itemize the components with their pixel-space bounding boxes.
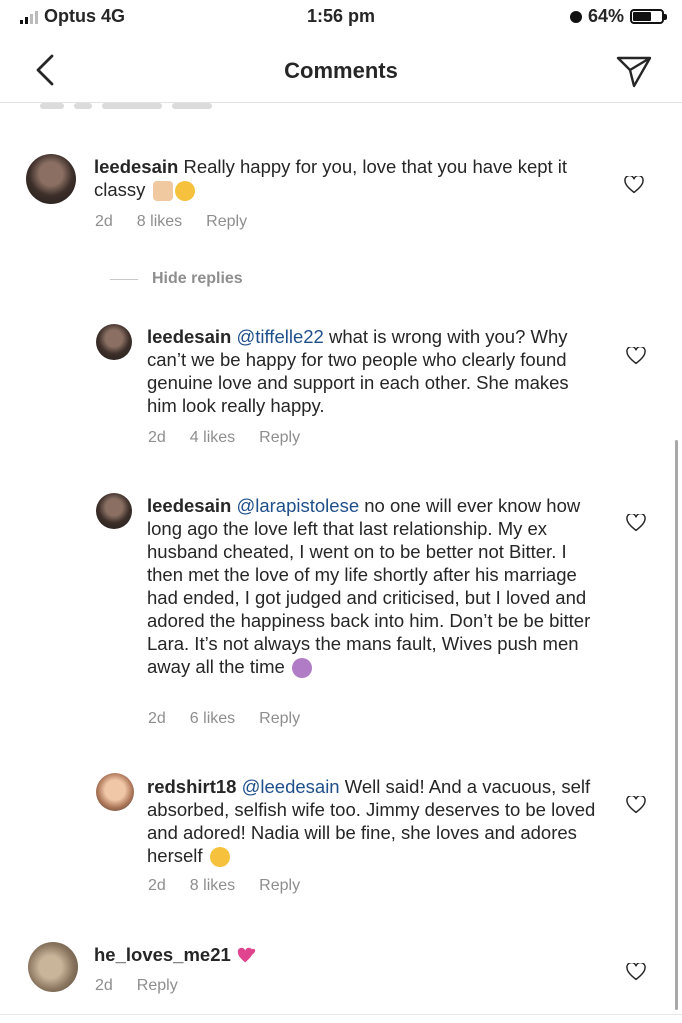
reply-username[interactable]: leedesain [147,326,231,347]
reply-meta: 2d 6 likes Reply [148,710,300,728]
reply-username[interactable]: redshirt18 [147,776,236,797]
divider [0,1014,682,1015]
two-hearts-emoji [237,947,256,963]
reply-text: leedesain @tiffelle22 what is wrong with… [147,325,597,417]
heart-icon[interactable] [626,963,646,981]
likes-count[interactable]: 8 likes [137,213,182,231]
comment-age: 2d [95,977,113,994]
likes-count[interactable]: 8 likes [190,877,235,895]
reply-meta: 2d 4 likes Reply [148,429,300,447]
comment-username[interactable]: he_loves_me21 [94,944,231,965]
reply-meta: 2d 8 likes Reply [148,877,300,895]
divider [110,278,138,280]
heart-icon[interactable] [626,514,646,532]
likes-count[interactable]: 6 likes [190,710,235,728]
battery-icon [630,9,667,24]
comment-meta: 2d 8 likes Reply [95,213,247,231]
scrollbar[interactable] [675,440,678,1010]
reply-text: redshirt18 @leedesain Well said! And a v… [147,775,597,868]
comment-text: leedesain Really happy for you, love tha… [94,155,574,202]
reply-button[interactable]: Reply [137,977,178,995]
comment-age: 2d [95,213,113,230]
hide-replies-label: Hide replies [152,270,243,287]
reply-button[interactable]: Reply [259,877,300,895]
comment-text: he_loves_me21 [94,943,574,966]
reply-mention[interactable]: @tiffelle22 [236,326,323,347]
previous-comment-partial [40,96,280,109]
avatar[interactable] [96,493,132,529]
reply-text: leedesain @larapistolese no one will eve… [147,494,597,679]
reply-age: 2d [148,877,166,894]
reply-button[interactable]: Reply [206,213,247,231]
page-title: Comments [284,58,398,83]
woman-shrugging-emoji [291,658,312,679]
reply-age: 2d [148,429,166,446]
alarm-icon [569,10,582,23]
likes-count[interactable]: 4 likes [190,429,235,447]
nav-bar: Comments [0,34,682,103]
heart-icon[interactable] [626,347,646,365]
raised-hands-emoji [152,181,173,202]
reply-body: no one will ever know how long ago the l… [147,495,591,677]
reply-button[interactable]: Reply [259,429,300,447]
heart-icon[interactable] [624,176,644,194]
avatar[interactable] [26,154,76,204]
battery-percent: 64% [587,6,624,26]
hide-replies-toggle[interactable]: Hide replies [110,270,243,288]
reply-mention[interactable]: @leedesain [242,776,340,797]
send-icon[interactable] [614,50,654,90]
reply-mention[interactable]: @larapistolese [236,495,359,516]
smiling-face-emoji [209,847,230,868]
status-bar: Optus 4G 1:56 pm 64% [0,0,682,34]
heart-icon[interactable] [626,796,646,814]
reply-button[interactable]: Reply [259,710,300,728]
reply-age: 2d [148,710,166,727]
comment-username[interactable]: leedesain [94,156,178,177]
avatar[interactable] [28,942,78,992]
avatar[interactable] [96,324,132,360]
avatar[interactable] [96,773,134,811]
comment-meta: 2d Reply [95,977,178,995]
kiss-face-emoji [174,181,195,202]
reply-username[interactable]: leedesain [147,495,231,516]
battery-group: 64% [569,6,667,27]
